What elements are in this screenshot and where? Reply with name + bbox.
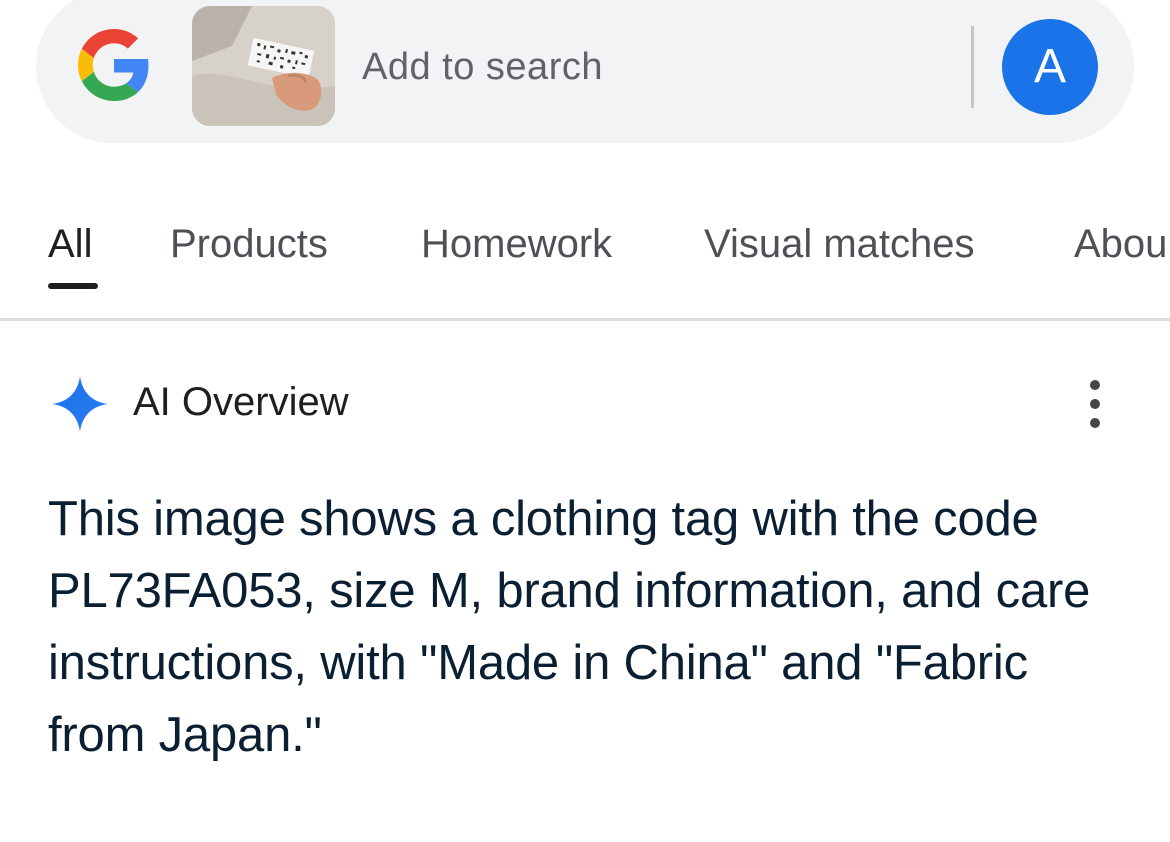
ai-overview-title: AI Overview	[133, 380, 349, 424]
ai-overview-header: AI Overview	[48, 370, 1128, 436]
tab-products[interactable]: Products	[170, 219, 328, 269]
tabs-divider	[0, 318, 1170, 321]
image-thumbnail[interactable]	[192, 6, 335, 126]
ai-overview-text: This image shows a clothing tag with the…	[48, 492, 1091, 762]
tab-visual-matches[interactable]: Visual matches	[704, 219, 975, 269]
tab-all[interactable]: All	[48, 219, 92, 269]
more-vertical-icon[interactable]	[1078, 378, 1112, 432]
tab-homework[interactable]: Homework	[421, 219, 612, 269]
active-tab-indicator	[48, 283, 98, 289]
account-avatar[interactable]: A	[1002, 19, 1098, 115]
google-g-icon[interactable]	[78, 29, 150, 101]
search-input[interactable]: Add to search	[362, 44, 603, 90]
clothing-tag-photo	[192, 6, 335, 126]
sparkle-icon	[52, 376, 108, 432]
search-results-page: Add to search A All Products Homework Vi…	[0, 0, 1170, 842]
search-bar-divider	[971, 26, 974, 108]
tab-about[interactable]: Abou	[1074, 219, 1167, 269]
search-tabs: All Products Homework Visual matches Abo…	[0, 215, 1170, 320]
